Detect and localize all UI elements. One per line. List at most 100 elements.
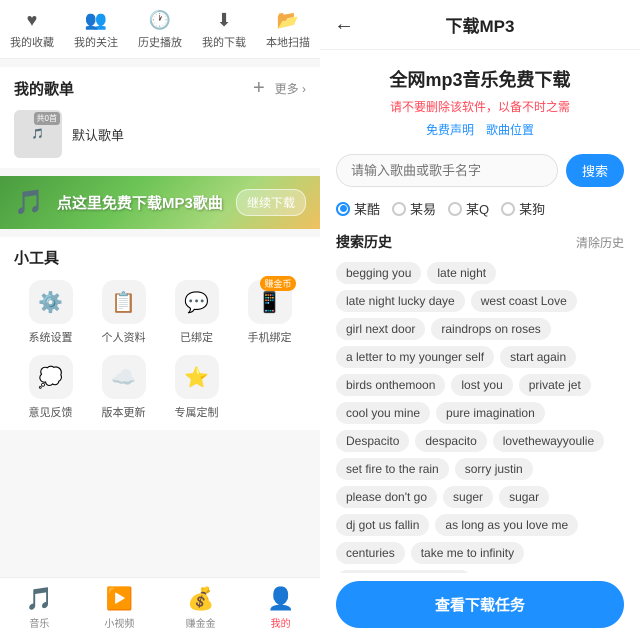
history-title: 搜索历史 [336, 232, 392, 252]
tag-item[interactable]: private jet [519, 374, 591, 396]
tag-item[interactable]: set fire to the rain [336, 458, 449, 480]
radio-dot-moukoo [336, 202, 350, 216]
update-icon: ☁️ [102, 355, 146, 399]
tag-item[interactable]: cool you mine [336, 402, 430, 424]
playlist-add-button[interactable]: + [253, 77, 265, 100]
tag-item[interactable]: despacito [415, 430, 486, 452]
mine-nav-icon: 👤 [267, 586, 294, 612]
playlist-header: 我的歌单 + 更多 › [14, 77, 306, 100]
tag-item[interactable]: please don't go [336, 486, 437, 508]
tag-item[interactable]: raindrops on roses [431, 318, 550, 340]
nav-my-follow[interactable]: 👥 我的关注 [74, 10, 118, 50]
search-input[interactable] [336, 154, 558, 187]
banner-deco-icon: 🎵 [14, 188, 44, 217]
tag-item[interactable]: take me to infinity [411, 542, 524, 564]
promo-links: 免费声明 歌曲位置 [336, 121, 624, 138]
radio-mougou[interactable]: 某狗 [501, 199, 545, 218]
tool-feedback[interactable]: 💭 意见反馈 [14, 355, 87, 420]
tool-phone-bind-label: 手机绑定 [248, 329, 292, 345]
tag-item[interactable]: dj got us fallin [336, 514, 429, 536]
follow-icon: 👥 [85, 10, 107, 31]
tool-feedback-label: 意见反馈 [29, 404, 73, 420]
tool-bound-label: 已绑定 [180, 329, 213, 345]
left-panel: ♥ 我的收藏 👥 我的关注 🕐 历史播放 ⬇ 我的下载 📂 本地扫描 我的歌单 … [0, 0, 320, 640]
tag-item[interactable]: late night [427, 262, 496, 284]
tool-bound[interactable]: 💬 已绑定 [160, 280, 233, 345]
download-banner[interactable]: 🎵 点这里免费下载MP3歌曲 继续下载 [0, 176, 320, 229]
tag-item[interactable]: lovethewayyoulie [493, 430, 604, 452]
view-download-tasks-button[interactable]: 查看下载任务 [336, 581, 624, 628]
bottom-nav-mine[interactable]: 👤 我的 [267, 586, 294, 630]
tool-system-settings[interactable]: ⚙️ 系统设置 [14, 280, 87, 345]
right-header: ← 下载MP3 [320, 0, 640, 50]
bound-icon: 💬 [175, 280, 219, 324]
tool-update-label: 版本更新 [102, 404, 146, 420]
promo-sub-text: 请不要删除该软件，以备不时之需 [336, 98, 624, 115]
radio-dot-mougou [501, 202, 515, 216]
tag-item[interactable]: Despacito [336, 430, 409, 452]
promo-main-text: 全网mp3音乐免费下载 [336, 66, 624, 92]
radio-moukoo[interactable]: 某酷 [336, 199, 380, 218]
bottom-nav-music[interactable]: 🎵 音乐 [26, 586, 53, 630]
tag-item[interactable]: start again [500, 346, 576, 368]
tag-item[interactable]: we don't talk anymore [336, 570, 472, 573]
playlist-more-button[interactable]: 更多 › [275, 80, 306, 97]
banner-continue-button[interactable]: 继续下载 [236, 189, 306, 216]
back-button[interactable]: ← [334, 13, 354, 36]
tool-update[interactable]: ☁️ 版本更新 [87, 355, 160, 420]
song-location-link[interactable]: 歌曲位置 [486, 121, 534, 138]
tag-item[interactable]: west coast Love [471, 290, 577, 312]
banner-text: 点这里免费下载MP3歌曲 [57, 192, 223, 213]
radio-mouq[interactable]: 某Q [448, 199, 489, 218]
customize-icon: ⭐ [175, 355, 219, 399]
tag-item[interactable]: pure imagination [436, 402, 545, 424]
nav-local-scan[interactable]: 📂 本地扫描 [266, 10, 310, 50]
search-button[interactable]: 搜索 [566, 154, 624, 187]
nav-history[interactable]: 🕐 历史播放 [138, 10, 182, 50]
radio-dot-mouyi [392, 202, 406, 216]
tag-item[interactable]: sorry justin [455, 458, 533, 480]
tag-item[interactable]: late night lucky daye [336, 290, 465, 312]
tag-item[interactable]: centuries [336, 542, 405, 564]
tool-phone-bind[interactable]: 📱 赚金币 手机绑定 [233, 280, 306, 345]
playlist-thumbnail: 共0首 🎵 [14, 110, 62, 158]
music-nav-icon: 🎵 [26, 586, 53, 612]
tool-customize[interactable]: ⭐ 专属定制 [160, 355, 233, 420]
playlist-name: 默认歌单 [72, 125, 124, 144]
tags-container: begging you late night late night lucky da… [320, 258, 640, 573]
right-panel: ← 下载MP3 全网mp3音乐免费下载 请不要删除该软件，以备不时之需 免费声明… [320, 0, 640, 640]
download-icon: ⬇ [216, 10, 231, 31]
tag-item[interactable]: a letter to my younger self [336, 346, 494, 368]
collection-icon: ♥ [27, 10, 38, 31]
playlist-count: 共0首 [34, 112, 60, 125]
bottom-nav-video[interactable]: ▶️ 小视频 [104, 586, 134, 630]
right-panel-title: 下载MP3 [446, 12, 515, 37]
tools-title: 小工具 [14, 247, 306, 268]
history-clear-button[interactable]: 清除历史 [576, 234, 624, 251]
radio-group: 某酷 某易 某Q 某狗 [320, 195, 640, 226]
tag-item[interactable]: lost you [451, 374, 512, 396]
playlist-item[interactable]: 共0首 🎵 默认歌单 [14, 110, 306, 158]
bottom-nav: 🎵 音乐 ▶️ 小视频 💰 赚金金 👤 我的 [0, 577, 320, 640]
free-statement-link[interactable]: 免费声明 [426, 121, 474, 138]
nav-my-download[interactable]: ⬇ 我的下载 [202, 10, 246, 50]
phone-bind-icon: 📱 赚金币 [248, 280, 292, 324]
bottom-nav-earn[interactable]: 💰 赚金金 [186, 586, 216, 630]
radio-mouyi[interactable]: 某易 [392, 199, 436, 218]
phone-bind-badge: 赚金币 [260, 276, 295, 291]
tag-item[interactable]: suger [443, 486, 493, 508]
tag-item[interactable]: as long as you love me [435, 514, 578, 536]
profile-icon: 📋 [102, 280, 146, 324]
history-icon: 🕐 [149, 10, 171, 31]
tag-item[interactable]: begging you [336, 262, 421, 284]
feedback-icon: 💭 [29, 355, 73, 399]
tag-item[interactable]: sugar [499, 486, 549, 508]
nav-my-collection[interactable]: ♥ 我的收藏 [10, 10, 54, 50]
tool-system-settings-label: 系统设置 [29, 329, 73, 345]
top-nav: ♥ 我的收藏 👥 我的关注 🕐 历史播放 ⬇ 我的下载 📂 本地扫描 [0, 0, 320, 59]
tool-profile[interactable]: 📋 个人资料 [87, 280, 160, 345]
playlist-section: 我的歌单 + 更多 › 共0首 🎵 默认歌单 [0, 67, 320, 168]
tag-item[interactable]: girl next door [336, 318, 425, 340]
tag-item[interactable]: birds onthemoon [336, 374, 445, 396]
playlist-actions: + 更多 › [253, 77, 306, 100]
